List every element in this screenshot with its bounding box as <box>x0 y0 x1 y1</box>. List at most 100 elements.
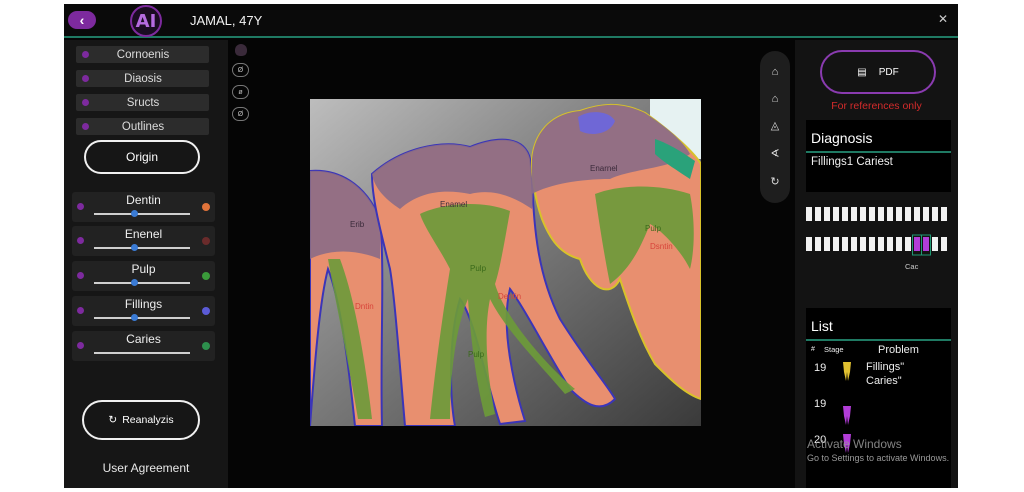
chart-tooth[interactable] <box>860 237 866 251</box>
angle-icon[interactable]: ∢ <box>770 147 779 160</box>
layer-button-cornoenis[interactable]: Cornoenis <box>76 46 209 63</box>
chart-tooth[interactable] <box>815 237 821 251</box>
close-icon[interactable]: ✕ <box>938 12 948 26</box>
chart-tooth[interactable] <box>806 207 812 221</box>
xray-label: Dentin <box>498 292 521 301</box>
home-icon[interactable]: ⌂ <box>772 66 779 78</box>
slider-thumb[interactable] <box>131 210 139 217</box>
slider-track[interactable] <box>94 213 190 215</box>
document-icon: ▤ <box>857 66 867 78</box>
slider-thumb[interactable] <box>131 279 139 286</box>
pdf-label: PDF <box>878 66 899 78</box>
layer-button-diagnosis[interactable]: Diaosis <box>76 70 209 87</box>
mini-tool-1[interactable]: Ø <box>232 63 249 77</box>
layer-label: Outlines <box>121 120 165 133</box>
color-swatch-caries[interactable] <box>202 342 210 350</box>
origin-button[interactable]: Origin <box>84 140 200 174</box>
chart-tooth[interactable] <box>914 207 920 221</box>
layer-dot <box>82 51 89 58</box>
color-swatch-pulp[interactable] <box>202 272 210 280</box>
chart-tooth[interactable] <box>824 237 830 251</box>
chart-tooth[interactable] <box>887 207 893 221</box>
chart-tooth[interactable] <box>806 237 812 251</box>
chart-tooth[interactable] <box>851 207 857 221</box>
header-bar: ‹ AI JAMAL, 47Y ✕ <box>64 4 958 38</box>
watermark-subtitle: Go to Settings to activate Windows. <box>807 453 950 463</box>
header-stage: Stage <box>824 345 844 354</box>
problem-text: Fillings" <box>866 361 905 373</box>
chart-tooth[interactable] <box>824 207 830 221</box>
chart-tooth[interactable] <box>887 237 893 251</box>
slider-track[interactable] <box>94 317 190 319</box>
tooth-number: 19 <box>814 362 827 374</box>
chart-tooth[interactable] <box>851 237 857 251</box>
divider <box>806 339 951 341</box>
right-panel: ▤ PDF For references only Diagnosis Fill… <box>795 40 958 488</box>
xray-label: Dntin <box>355 302 374 311</box>
reanalyze-label: Reanalyzis <box>122 414 174 426</box>
slider-track[interactable] <box>94 352 190 354</box>
slider-label: Dentin <box>126 193 161 207</box>
chart-tooth[interactable] <box>905 207 911 221</box>
reanalyze-button[interactable]: ↻ Reanalyzis <box>82 400 200 440</box>
diagnosis-card: Diagnosis Fillings1 Cariest <box>806 120 951 192</box>
slider-label: Caries <box>126 332 161 346</box>
slider-track[interactable] <box>94 247 190 249</box>
triangle-icon[interactable]: ◬ <box>771 119 779 132</box>
list-item[interactable]: 19 Fillings" Caries" <box>806 360 951 392</box>
chart-tooth[interactable] <box>941 237 947 251</box>
list-item[interactable]: 19 <box>806 396 951 428</box>
chart-tooth[interactable] <box>941 207 947 221</box>
chart-tooth[interactable] <box>815 207 821 221</box>
chart-tooth[interactable] <box>878 237 884 251</box>
refresh-icon[interactable]: ↻ <box>770 175 779 188</box>
chart-tooth[interactable] <box>842 237 848 251</box>
slider-thumb[interactable] <box>131 314 139 321</box>
color-swatch-fillings[interactable] <box>202 307 210 315</box>
app-window: ‹ AI JAMAL, 47Y ✕ Cornoenis Diaosis Sruc… <box>64 4 958 488</box>
problem-text: Caries" <box>866 375 902 387</box>
layer-button-structs[interactable]: Sructs <box>76 94 209 111</box>
tooth-number: 19 <box>814 398 827 410</box>
mini-tool-2[interactable]: ø <box>232 85 249 99</box>
color-swatch-enamel[interactable] <box>202 237 210 245</box>
chart-tooth[interactable] <box>923 237 929 251</box>
chart-tooth[interactable] <box>932 237 938 251</box>
chart-tooth[interactable] <box>896 207 902 221</box>
chart-tooth[interactable] <box>914 237 920 251</box>
chart-tooth[interactable] <box>869 207 875 221</box>
back-button[interactable]: ‹ <box>68 11 96 29</box>
header-num: # <box>811 346 815 353</box>
slider-thumb[interactable] <box>131 244 139 251</box>
color-swatch-dentin[interactable] <box>202 203 210 211</box>
house-icon[interactable]: ⌂ <box>772 93 779 105</box>
chart-tooth[interactable] <box>932 207 938 221</box>
chart-label: Cac <box>905 262 919 271</box>
chart-tooth[interactable] <box>905 237 911 251</box>
user-agreement-link[interactable]: User Agreement <box>64 461 228 475</box>
chart-tooth[interactable] <box>869 237 875 251</box>
chart-tooth[interactable] <box>878 207 884 221</box>
tooth-chart[interactable] <box>803 203 951 273</box>
diagnosis-text: Fillings1 Cariest <box>811 156 893 168</box>
tooth-icon[interactable] <box>235 44 247 56</box>
chart-tooth[interactable] <box>896 237 902 251</box>
pdf-button[interactable]: ▤ PDF <box>820 50 936 94</box>
tooth-chart-marks <box>806 207 947 256</box>
mini-tool-3[interactable]: Ø <box>232 107 249 121</box>
chevron-left-icon: ‹ <box>79 12 85 28</box>
chart-tooth[interactable] <box>860 207 866 221</box>
chart-tooth[interactable] <box>923 207 929 221</box>
layer-dot <box>82 99 89 106</box>
chart-tooth[interactable] <box>833 237 839 251</box>
layer-label: Diaosis <box>124 72 162 85</box>
slider-track[interactable] <box>94 282 190 284</box>
chart-tooth[interactable] <box>842 207 848 221</box>
layer-dot <box>82 123 89 130</box>
xray-viewer[interactable]: Enamel Pulp Dentin Pulp Erib Dntin Enarn… <box>310 99 701 426</box>
layer-button-outlines[interactable]: Outlines <box>76 118 209 135</box>
slider-pulp: Pulp <box>72 261 215 291</box>
chart-tooth[interactable] <box>833 207 839 221</box>
xray-label: Pulp <box>468 350 485 359</box>
xray-label: Pulp <box>470 264 487 273</box>
